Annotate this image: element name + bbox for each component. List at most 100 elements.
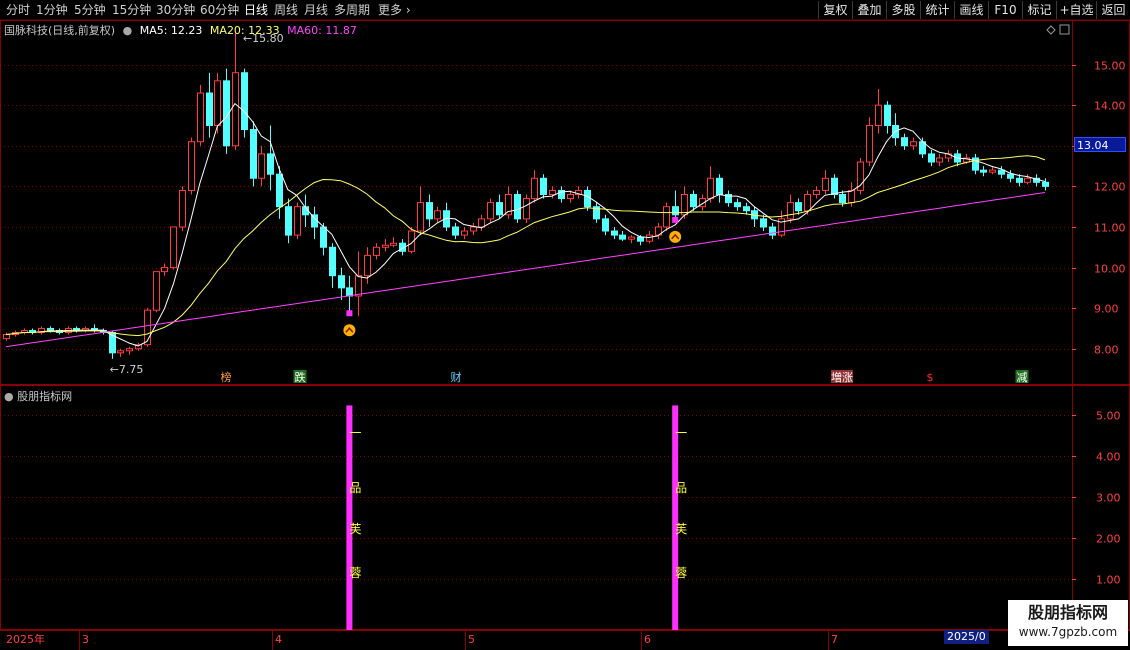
candlestick-chart[interactable]: 15.0014.0013.0012.0011.0010.009.008.00←1… — [0, 20, 1130, 385]
price-axis-label: 9.00 — [1094, 303, 1119, 316]
toolbar-button-7[interactable]: +自选 — [1056, 1, 1096, 19]
signal-label: 品 — [349, 481, 361, 495]
candle-body — [1016, 177, 1023, 183]
price-axis-label: 14.00 — [1094, 100, 1126, 113]
toolbar-button-8[interactable]: 返回 — [1096, 1, 1130, 19]
candle-body — [197, 92, 204, 143]
signal-label: 一 — [675, 426, 687, 440]
toolbar-button-4[interactable]: 画线 — [954, 1, 988, 19]
candle-body — [567, 194, 574, 200]
candle-body — [602, 218, 609, 232]
month-label: 4 — [275, 633, 282, 646]
timeframe-tab-10[interactable]: 更多 › — [378, 2, 411, 18]
candle-body — [584, 189, 591, 208]
event-marker-0[interactable]: 榜 — [221, 370, 232, 384]
price-axis-label: 11.00 — [1094, 222, 1126, 235]
candle-body — [523, 198, 530, 220]
sub-axis-label: 5.00 — [1096, 410, 1121, 423]
candle-body — [258, 153, 265, 179]
signal-label: 蓉 — [675, 566, 687, 580]
sub-axis-label: 4.00 — [1096, 451, 1121, 464]
candle-body — [285, 206, 292, 236]
ma20-label: MA20: 12.33 — [209, 24, 280, 37]
timeframe-tab-6[interactable]: 日线 — [244, 2, 268, 18]
candle-body — [910, 141, 917, 147]
candle-body — [795, 202, 802, 212]
indicator-title: ● 股朋指标网 — [4, 388, 72, 404]
date-cursor-tag: 2025/0 — [944, 630, 989, 644]
candle-body — [813, 189, 820, 195]
signal-label: 芙 — [675, 522, 687, 536]
candle-body — [672, 206, 679, 216]
event-marker-5[interactable]: 减 — [1017, 371, 1028, 384]
timeframe-tab-7[interactable]: 周线 — [274, 2, 298, 18]
timeframe-tab-3[interactable]: 15分钟 — [112, 2, 151, 18]
toolbar-button-3[interactable]: 统计 — [920, 1, 954, 19]
timeframe-tab-5[interactable]: 60分钟 — [200, 2, 239, 18]
candle-body — [514, 194, 521, 220]
candle-body — [320, 226, 327, 248]
candle-body — [884, 104, 891, 126]
candle-body — [848, 189, 855, 204]
candle-body — [276, 173, 283, 208]
toolbar-button-0[interactable]: 复权 — [818, 1, 852, 19]
candle-body — [355, 275, 362, 297]
candle-body — [707, 177, 714, 200]
candle-body — [373, 246, 380, 256]
toolbar-button-5[interactable]: F10 — [988, 1, 1022, 19]
indicator-panel[interactable]: 5.00 4.00 3.00 2.00 1.00 一品芙蓉 一品芙蓉 — [0, 385, 1130, 630]
current-price-tag: 13.04 — [1074, 137, 1126, 152]
sub-axis-label: 2.00 — [1096, 533, 1121, 546]
price-axis-label: 10.00 — [1094, 263, 1126, 276]
signal-dot — [672, 216, 679, 223]
timeframe-tab-0[interactable]: 分时 — [6, 2, 30, 18]
timeframe-tab-8[interactable]: 月线 — [304, 2, 328, 18]
price-axis-label: 8.00 — [1094, 344, 1119, 357]
candle-body — [998, 169, 1005, 175]
event-marker-3[interactable]: 増涨 — [831, 371, 853, 384]
candle-body — [434, 210, 441, 220]
candle-body — [452, 226, 459, 236]
toolbar-button-2[interactable]: 多股 — [886, 1, 920, 19]
candle-body — [1042, 181, 1049, 187]
toolbar-button-6[interactable]: 标记 — [1022, 1, 1056, 19]
event-marker-1[interactable]: 跌 — [295, 370, 306, 384]
candle-body — [822, 177, 829, 191]
timeframe-tab-1[interactable]: 1分钟 — [36, 2, 68, 18]
candle-body — [540, 177, 547, 195]
candle-body — [637, 236, 644, 242]
candle-body — [478, 218, 485, 228]
candle-body — [743, 206, 750, 212]
indicator-toggle-icon[interactable]: ● — [4, 390, 14, 403]
month-label: 5 — [468, 633, 475, 646]
candle-body — [161, 267, 168, 273]
ma5-label: MA5: 12.23 — [139, 24, 203, 37]
timeframe-tab-4[interactable]: 30分钟 — [156, 2, 195, 18]
candle-body — [417, 202, 424, 232]
watermark-name: 股朋指标网 — [1027, 603, 1108, 622]
watermark-url: www.7gpzb.com — [1018, 625, 1118, 639]
stock-name: 国脉科技(日线,前复权) — [4, 24, 116, 37]
candle-body — [980, 169, 987, 173]
toolbar-button-1[interactable]: 叠加 — [852, 1, 886, 19]
buy-signal-icon — [669, 230, 682, 243]
legend-toggle-icon[interactable]: ● — [123, 24, 133, 37]
candle-body — [549, 189, 556, 195]
timeframe-tab-2[interactable]: 5分钟 — [74, 2, 106, 18]
candle-body — [179, 189, 186, 228]
chart-legend: 国脉科技(日线,前复权) ● MA5: 12.23 MA20: 12.33 MA… — [4, 22, 361, 37]
main-frame — [0, 20, 1130, 385]
candle-body — [496, 202, 503, 216]
candle-body — [839, 194, 846, 204]
candle-body — [390, 242, 397, 246]
candle-body — [188, 141, 195, 191]
diamond-icon[interactable] — [1046, 25, 1056, 35]
candle-body — [531, 177, 538, 200]
window-icon[interactable] — [1059, 24, 1070, 35]
event-marker-2[interactable]: 财 — [451, 370, 462, 384]
candle-body — [382, 244, 389, 248]
timeframe-tab-9[interactable]: 多周期 — [334, 2, 370, 18]
signal-label: 蓉 — [349, 566, 361, 580]
event-marker-4[interactable]: $ — [927, 371, 934, 384]
indicator-title-text: 股朋指标网 — [17, 390, 73, 403]
